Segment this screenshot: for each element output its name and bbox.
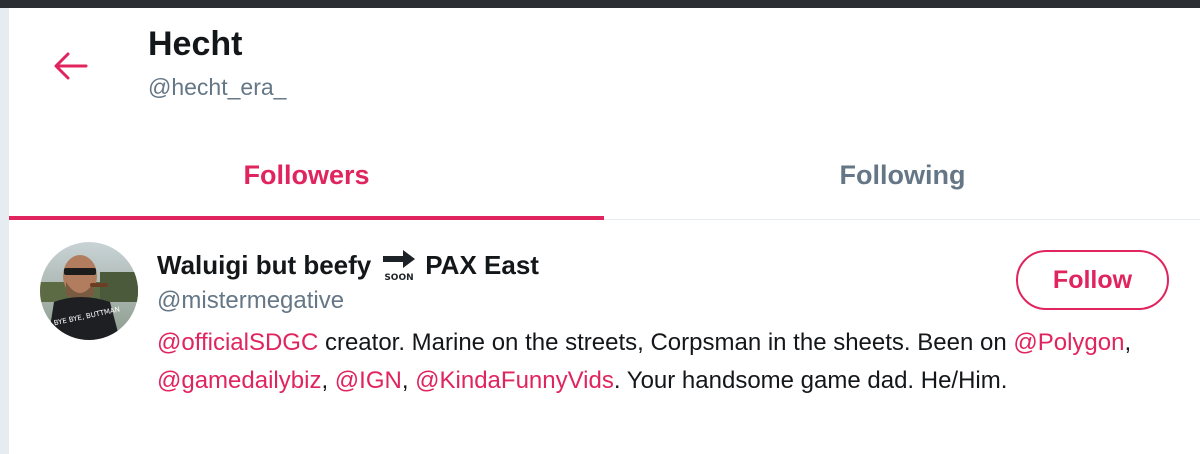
follow-button[interactable]: Follow	[1016, 250, 1169, 310]
bio-text: . Your handsome game dad. He/Him.	[613, 367, 1008, 394]
mention-link[interactable]: @IGN	[335, 367, 402, 394]
back-arrow-icon	[54, 52, 88, 80]
soon-arrow-icon: SOON	[379, 248, 419, 283]
tab-bar: Followers Following	[9, 130, 1200, 220]
bio-text: ,	[401, 367, 416, 394]
soon-emoji-text: SOON	[385, 273, 414, 282]
display-name-part1: Waluigi but beefy	[157, 250, 372, 280]
user-bio: @officialSDGC creator. Marine on the str…	[157, 324, 1147, 400]
page-header: Hecht @hecht_era_	[9, 8, 1200, 130]
mention-link[interactable]: @officialSDGC	[157, 329, 318, 356]
tab-following[interactable]: Following	[604, 130, 1200, 220]
avatar-photo: BYE BYE, BUTTMAN	[40, 242, 138, 340]
bio-text: ,	[321, 367, 335, 394]
user-display-name[interactable]: Waluigi but beefy SOON PAX East	[157, 248, 539, 283]
page-handle: @hecht_era_	[148, 74, 287, 100]
page-title: Hecht	[148, 25, 243, 63]
bio-text: ,	[1124, 329, 1132, 356]
user-handle[interactable]: @mistermegative	[157, 286, 344, 316]
followers-panel: Hecht @hecht_era_ Followers Following BY…	[8, 8, 1200, 454]
mention-link[interactable]: @gamedailybiz	[157, 367, 321, 394]
bio-text: creator. Marine on the streets, Corpsman…	[318, 329, 1014, 356]
display-name-part2: PAX East	[425, 250, 539, 280]
window-top-bar	[0, 0, 1200, 8]
mention-link[interactable]: @KindaFunnyVids	[415, 367, 614, 394]
avatar[interactable]: BYE BYE, BUTTMAN	[40, 242, 138, 340]
user-list-item[interactable]: BYE BYE, BUTTMAN Waluigi but beefy SOON …	[9, 220, 1200, 454]
tab-followers[interactable]: Followers	[9, 130, 604, 220]
mention-link[interactable]: @Polygon	[1013, 329, 1124, 356]
back-button[interactable]	[49, 44, 93, 88]
